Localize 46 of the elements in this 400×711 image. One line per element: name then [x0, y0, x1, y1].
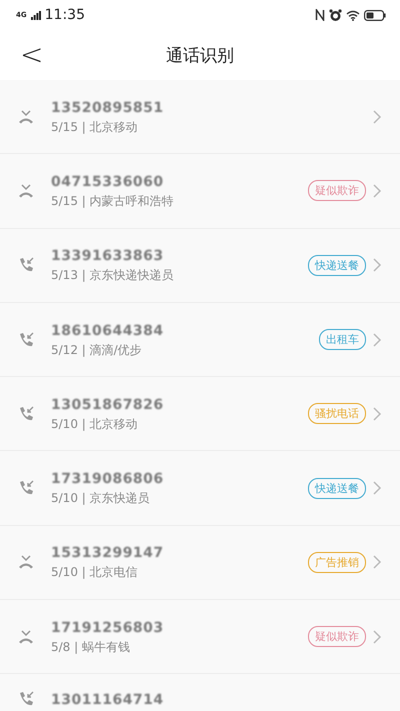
- phone-number: 17191256803: [51, 620, 164, 636]
- call-tag: 广告推销: [308, 552, 366, 573]
- call-detail: 5/10 | 北京移动: [51, 416, 138, 433]
- nfc-icon: [315, 9, 325, 21]
- missed-call-icon: [17, 553, 35, 572]
- call-detail: 5/8 | 蜗牛有钱: [51, 638, 130, 656]
- call-detail: 5/15 | 北京移动: [51, 118, 138, 136]
- chevron-icon[interactable]: [372, 628, 382, 645]
- phone-number: 15313299147: [51, 545, 164, 562]
- incoming-call-icon: [17, 330, 35, 349]
- clock-time: 11:35: [44, 7, 85, 23]
- missed-call-icon: [17, 108, 35, 126]
- call-detail: 5/10 | 北京电信: [51, 564, 138, 582]
- call-tag: 快递送餐: [308, 478, 366, 499]
- chevron-icon[interactable]: [372, 257, 382, 274]
- signal-icon: [30, 10, 41, 20]
- call-detail: 5/13 | 京东快递快递员: [51, 267, 174, 284]
- alarm-icon: [329, 8, 342, 22]
- back-button[interactable]: <: [14, 40, 50, 71]
- missed-call-icon: [17, 628, 35, 646]
- call-tag: 快递送餐: [308, 254, 366, 276]
- phone-number: 13011164714: [51, 692, 164, 708]
- phone-number: 17319086806: [51, 471, 164, 488]
- missed-call-icon: [17, 182, 35, 200]
- call-detail: 5/12 | 滴滴/优步: [51, 342, 142, 359]
- phone-number: 13520895851: [51, 100, 164, 116]
- battery-icon: [364, 10, 386, 20]
- page-title: 通话识别: [166, 44, 234, 66]
- phone-number: 13391633863: [51, 248, 164, 264]
- call-tag: 骚扰电话: [308, 403, 366, 424]
- phone-number: 04715336060: [51, 174, 164, 190]
- wifi-icon: [346, 10, 360, 20]
- chevron-icon[interactable]: [372, 406, 382, 422]
- call-tag: 出租车: [319, 329, 366, 350]
- call-detail: 5/15 | 内蒙古呼和浩特: [51, 192, 174, 210]
- incoming-call-icon: [17, 404, 35, 423]
- chevron-icon[interactable]: [372, 182, 382, 199]
- chevron-icon[interactable]: [372, 108, 382, 125]
- phone-number: 18610644384: [51, 322, 164, 339]
- chevron-icon[interactable]: [372, 480, 382, 496]
- chevron-icon[interactable]: [372, 332, 382, 348]
- call-tag: 疑似欺诈: [308, 626, 366, 648]
- phone-number: 13051867826: [51, 396, 164, 413]
- call-tag: 疑似欺诈: [308, 180, 366, 202]
- chevron-icon[interactable]: [372, 554, 382, 570]
- call-detail: 5/10 | 京东快递员: [51, 490, 150, 508]
